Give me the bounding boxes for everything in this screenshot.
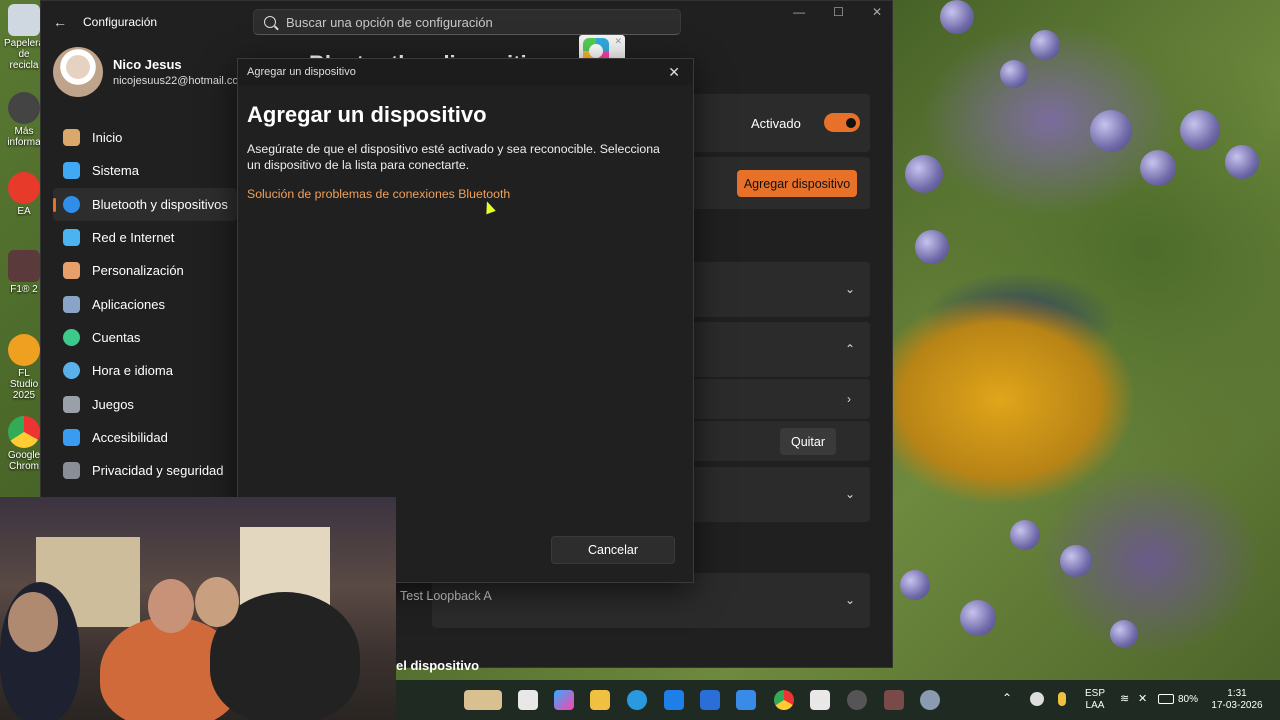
file-explorer-icon[interactable] — [590, 690, 610, 710]
nav-item-hora[interactable]: Hora e idioma — [53, 354, 237, 387]
search-placeholder: Buscar una opción de configuración — [286, 14, 493, 30]
game-icon[interactable] — [884, 690, 904, 710]
search-icon — [264, 16, 276, 28]
user-email: nicojesuus22@hotmail.com — [113, 75, 248, 87]
user-profile[interactable]: Nico Jesus nicojesuus22@hotmail.com — [53, 47, 248, 97]
steam-icon[interactable] — [847, 690, 867, 710]
desktop-icon-ea[interactable]: EA — [4, 172, 44, 217]
nav-item-aplicaciones[interactable]: Aplicaciones — [53, 287, 237, 320]
mail-icon[interactable] — [736, 690, 756, 710]
webcam-overlay — [0, 497, 396, 720]
dialog-description: Asegúrate de que el dispositivo esté act… — [247, 142, 660, 172]
minimize-icon[interactable]: — — [793, 5, 805, 19]
desktop-icon-f1[interactable]: F1® 2 — [4, 250, 44, 295]
accessibility-icon — [63, 428, 80, 446]
bluetooth-icon — [63, 195, 80, 213]
bluetooth-toggle[interactable] — [824, 113, 860, 132]
nav-item-red[interactable]: Red e Internet — [53, 221, 237, 254]
chrome-icon[interactable] — [774, 690, 794, 710]
clock[interactable]: 1:31 17-03-2026 — [1210, 688, 1264, 712]
bluetooth-app-icon[interactable] — [700, 690, 720, 710]
nav-item-sistema[interactable]: Sistema — [53, 154, 237, 187]
brush-icon — [63, 262, 80, 280]
dialog-window-title: Agregar un dispositivo — [247, 66, 356, 78]
chevron-right-icon[interactable]: › — [847, 392, 851, 406]
dialog-titlebar: Agregar un dispositivo — [238, 59, 693, 85]
widgets-icon[interactable] — [464, 690, 502, 710]
remove-button[interactable]: Quitar — [780, 428, 836, 455]
desktop-icon-more-info[interactable]: Más informa — [4, 92, 44, 148]
microphone-icon[interactable] — [1058, 692, 1066, 706]
desktop-icon-recycle-bin[interactable]: Papelera de recicla — [4, 4, 44, 71]
f1-game-icon — [8, 250, 40, 282]
cancel-button[interactable]: Cancelar — [551, 536, 675, 564]
nav-item-accesibilidad[interactable]: Accesibilidad — [53, 421, 237, 454]
info-icon — [8, 92, 40, 124]
nav-item-personalizacion[interactable]: Personalización — [53, 254, 237, 287]
dialog-heading: Agregar un dispositivo — [247, 102, 487, 127]
chevron-down-icon[interactable]: ⌄ — [845, 593, 855, 607]
nav-item-juegos[interactable]: Juegos — [53, 387, 237, 420]
settings-nav: Inicio Sistema Bluetooth y dispositivos … — [53, 121, 237, 487]
gamepad-icon — [63, 395, 80, 413]
nav-item-inicio[interactable]: Inicio — [53, 121, 237, 154]
chevron-down-icon[interactable]: ⌄ — [845, 282, 855, 296]
store-icon[interactable] — [810, 690, 830, 710]
dropbox-icon[interactable] — [664, 690, 684, 710]
ea-icon — [8, 172, 40, 204]
copilot-icon[interactable] — [554, 690, 574, 710]
battery-icon[interactable] — [1158, 694, 1174, 704]
shield-icon — [63, 462, 80, 480]
window-controls: — ☐ ✕ — [793, 5, 882, 19]
desktop-icon-chrome[interactable]: Google Chrom — [4, 416, 44, 472]
avatar — [53, 47, 103, 97]
battery-percent: 80% — [1178, 694, 1199, 705]
account-icon — [63, 328, 80, 346]
add-device-button[interactable]: Agregar dispositivo — [737, 170, 857, 197]
chevron-up-icon[interactable]: ⌃ — [1002, 692, 1012, 704]
cloud-icon[interactable] — [1030, 692, 1044, 706]
chevron-down-icon[interactable]: ⌄ — [845, 487, 855, 501]
clock-icon — [63, 362, 80, 380]
bluetooth-state-label: Activado — [751, 116, 801, 131]
user-name: Nico Jesus — [113, 57, 182, 72]
wifi-icon — [63, 229, 80, 247]
close-icon[interactable]: ✕ — [668, 64, 680, 81]
nav-item-bluetooth[interactable]: Bluetooth y dispositivos — [53, 187, 237, 221]
chevron-up-icon[interactable]: ⌃ — [845, 342, 855, 356]
language-indicator[interactable]: ESP LAA — [1084, 688, 1106, 712]
taskbar: ⌃ ESP LAA ≋ ✕ 80% 1:31 17-03-2026 — [396, 680, 1280, 720]
wifi-icon[interactable]: ≋ — [1120, 693, 1129, 705]
troubleshoot-link[interactable]: Solución de problemas de conexiones Blue… — [247, 187, 510, 201]
maximize-icon[interactable]: ☐ — [833, 5, 844, 19]
back-arrow-icon[interactable]: ← — [53, 14, 69, 30]
close-icon[interactable]: ✕ — [614, 36, 622, 47]
device-name: Test Loopback A — [400, 589, 492, 603]
section-heading: el dispositivo — [396, 658, 480, 673]
chrome-icon — [8, 416, 40, 448]
fl-studio-icon — [8, 334, 40, 366]
edge-icon[interactable] — [627, 690, 647, 710]
settings-gear-icon[interactable] — [920, 690, 940, 710]
recycle-bin-icon — [8, 4, 40, 36]
nav-item-cuentas[interactable]: Cuentas — [53, 321, 237, 354]
volume-muted-icon[interactable]: ✕ — [1138, 693, 1147, 705]
desktop-icon-fl-studio[interactable]: FL Studio 2025 — [4, 334, 44, 401]
settings-search-input[interactable]: Buscar una opción de configuración — [253, 9, 681, 35]
task-view-icon[interactable] — [518, 690, 538, 710]
window-title: Configuración — [83, 15, 158, 29]
home-icon — [63, 129, 80, 147]
nav-item-privacidad[interactable]: Privacidad y seguridad — [53, 454, 237, 487]
system-icon — [63, 162, 80, 180]
apps-icon — [63, 295, 80, 313]
close-icon[interactable]: ✕ — [872, 5, 882, 19]
